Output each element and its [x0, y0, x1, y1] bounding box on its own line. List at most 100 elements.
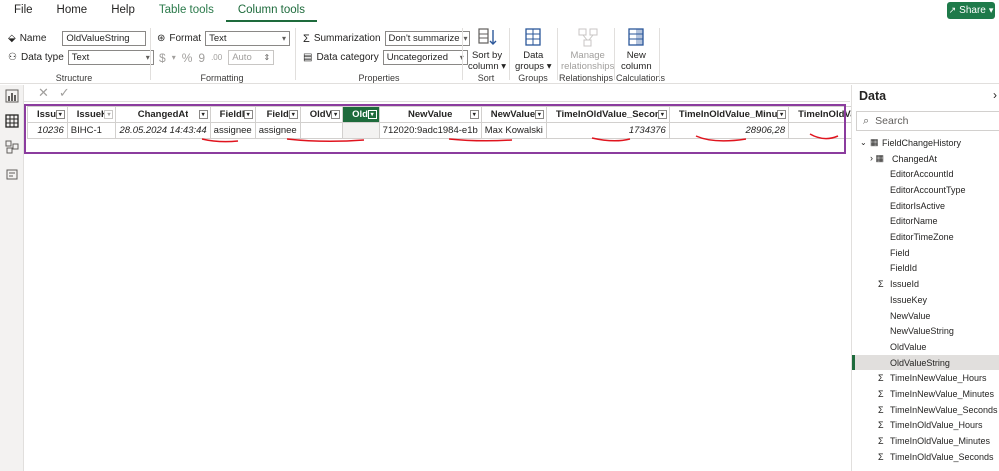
calc-line2: column	[621, 61, 652, 72]
table-cell[interactable]: 28906,28	[668, 122, 790, 139]
field-item[interactable]: EditorTimeZone	[852, 230, 999, 245]
field-item[interactable]: Σ TimeInOldValue_Seconds	[852, 449, 999, 464]
field-item[interactable]: EditorIsActive	[852, 198, 999, 213]
name-label: Name	[19, 33, 47, 44]
column-header[interactable]: NewValue ▾	[378, 106, 482, 123]
table-row: 10236 BIHC-1 28.05.2024 14:43:44 assigne…	[27, 122, 912, 139]
filter-dropdown-icon[interactable]: ▾	[331, 110, 341, 119]
menu-help[interactable]: Help	[99, 0, 147, 22]
column-header[interactable]: TimeInOldValue_Seconds▾	[545, 106, 670, 123]
field-item[interactable]: Σ TimeInNewValue_Seconds	[852, 402, 999, 417]
table-view-icon[interactable]	[5, 114, 19, 128]
pane-title: Data	[859, 89, 887, 103]
sort-by-column-button[interactable]: Sort by column ▾	[468, 26, 506, 72]
category-select[interactable]: Uncategorized ▾	[382, 50, 468, 65]
report-view-icon[interactable]	[5, 89, 19, 103]
table-cell[interactable]: BIHC-1	[66, 122, 117, 139]
column-header[interactable]: TimeInOldValue_Minutes▾	[668, 106, 790, 123]
datatype-select[interactable]: Text ▾	[67, 50, 154, 65]
field-label: TimeInNewValue_Seconds	[890, 404, 998, 415]
field-label: EditorAccountType	[890, 184, 966, 195]
formatting-label: Formatting	[200, 73, 244, 83]
field-item[interactable]: OldValue	[852, 339, 999, 354]
annotation-underline	[448, 138, 513, 142]
comma-icon[interactable]: 9	[198, 51, 205, 65]
table-cell[interactable]	[342, 122, 380, 139]
field-item[interactable]: Σ TimeInNewValue_Minutes	[852, 387, 999, 402]
check-icon[interactable]: ✓	[59, 85, 70, 101]
table-cell[interactable]: 10236	[27, 122, 68, 139]
field-label: IssueKey	[890, 294, 928, 305]
table-node[interactable]: ⌄ ▦ FieldChangeHistory	[852, 135, 999, 150]
field-item[interactable]: Σ TimeInOldValue_Minutes	[852, 434, 999, 449]
column-header-selected[interactable]: OldVal▾	[342, 106, 380, 123]
field-label: TimeInOldValue_Hours	[890, 420, 983, 431]
field-item[interactable]: Σ TimeInOldValue_Hours	[852, 418, 999, 433]
menu-home[interactable]: Home	[45, 0, 100, 22]
field-item[interactable]: EditorName	[852, 214, 999, 229]
format-icon: ⊛	[157, 33, 166, 44]
table-cell[interactable]	[299, 122, 344, 139]
column-header[interactable]: ChangedAt ▾	[115, 106, 211, 123]
field-item[interactable]: FieldId	[852, 261, 999, 276]
field-label: OldValue	[890, 341, 927, 352]
column-header[interactable]: IssueKey▾	[66, 106, 117, 123]
properties-label: Properties	[358, 73, 400, 83]
field-item[interactable]: NewValueString	[852, 324, 999, 339]
table-cell[interactable]: 1734376	[545, 122, 670, 139]
divider	[295, 28, 296, 80]
name-input[interactable]: OldValueString	[62, 31, 147, 46]
field-item[interactable]: Σ IssueId	[852, 277, 999, 292]
filter-dropdown-icon[interactable]: ▾	[104, 110, 114, 119]
table-cell[interactable]: 28.05.2024 14:43:44	[115, 122, 211, 139]
decimal-places-input[interactable]: Auto ⇕	[228, 50, 275, 65]
dax-query-icon[interactable]	[5, 167, 19, 181]
model-view-icon[interactable]	[5, 140, 19, 154]
data-groups-button[interactable]: Data groups ▾	[515, 26, 551, 72]
new-column-button[interactable]: New column	[621, 26, 652, 72]
filter-dropdown-icon[interactable]: ▾	[469, 110, 479, 119]
manage-relationships-button[interactable]: Manage relationships	[561, 26, 614, 72]
format-select[interactable]: Text ▾	[205, 31, 291, 46]
relationships-group: Manage relationships Relationships	[559, 24, 614, 84]
filter-dropdown-icon[interactable]: ▾	[288, 110, 298, 119]
share-button[interactable]: ↗ Share ▾	[947, 2, 995, 19]
field-item[interactable]: Σ TimeInNewValue_Hours	[852, 371, 999, 386]
collapse-icon[interactable]: ›	[993, 88, 997, 102]
field-item[interactable]: IssueKey	[852, 292, 999, 307]
field-item[interactable]: NewValue	[852, 308, 999, 323]
column-header[interactable]: OldValu▾	[299, 106, 344, 123]
column-header[interactable]: NewValueStr▾	[480, 106, 547, 123]
menu-table-tools[interactable]: Table tools	[147, 0, 226, 22]
column-header[interactable]: FieldId▾	[209, 106, 256, 123]
percent-icon[interactable]: %	[182, 51, 193, 65]
field-item[interactable]: EditorAccountType	[852, 182, 999, 197]
summarization-select[interactable]: Don't summarize ▾	[384, 31, 470, 46]
search-input[interactable]	[875, 115, 986, 127]
filter-dropdown-icon[interactable]: ▾	[777, 110, 787, 119]
field-item[interactable]: EditorAccountId	[852, 167, 999, 182]
filter-dropdown-icon[interactable]: ▾	[367, 110, 377, 119]
decimals-icon[interactable]: .00	[211, 53, 222, 62]
filter-dropdown-icon[interactable]: ▾	[55, 110, 65, 119]
table-cell[interactable]: 712020:9adc1984-e1b	[378, 122, 482, 139]
column-header[interactable]: IssueId▾	[27, 106, 68, 123]
column-header[interactable]: Field ▾	[254, 106, 301, 123]
menu-file[interactable]: File	[0, 0, 45, 22]
field-item[interactable]: Field	[852, 245, 999, 260]
field-item[interactable]: OldValueString	[852, 355, 999, 371]
filter-dropdown-icon[interactable]: ▾	[198, 110, 208, 119]
structure-group: ⬙ Name OldValueString ⚇ Data type Text ▾…	[0, 24, 154, 84]
field-item[interactable]: › ▦ ChangedAt	[852, 151, 999, 166]
table-cell[interactable]: assignee	[209, 122, 256, 139]
summarization-value: Don't summarize	[388, 33, 460, 44]
search-box[interactable]: ⌕	[856, 111, 999, 131]
table-cell[interactable]: assignee	[254, 122, 301, 139]
table-cell[interactable]: Max Kowalski	[480, 122, 547, 139]
currency-icon[interactable]: $	[159, 51, 166, 65]
filter-dropdown-icon[interactable]: ▾	[657, 110, 667, 119]
close-icon[interactable]: ✕	[38, 85, 49, 101]
filter-dropdown-icon[interactable]: ▾	[243, 110, 253, 119]
filter-dropdown-icon[interactable]: ▾	[534, 110, 544, 119]
menu-column-tools[interactable]: Column tools	[225, 0, 317, 22]
